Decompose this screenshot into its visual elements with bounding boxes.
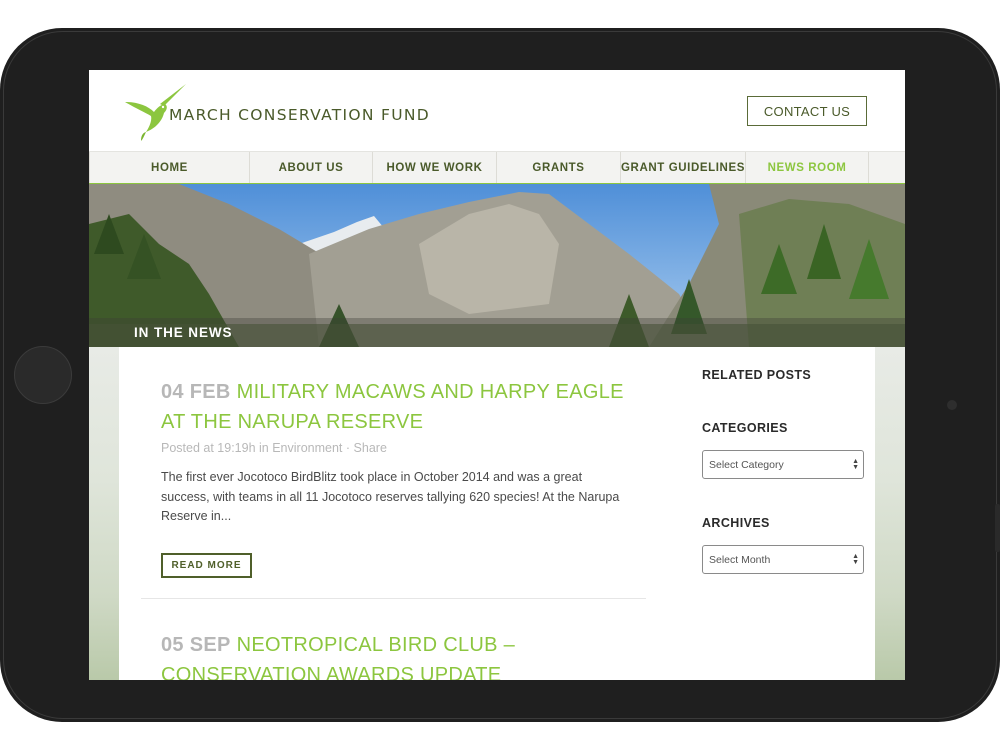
related-posts-heading: RELATED POSTS: [702, 368, 812, 382]
home-button[interactable]: [14, 346, 72, 404]
hero-banner: IN THE NEWS: [89, 184, 905, 347]
post-share-link[interactable]: Share: [354, 441, 387, 455]
category-select[interactable]: Select Category ▲ ▼: [702, 450, 864, 479]
post-item: 05 SEP NEOTROPICAL BIRD CLUB – CONSERVATI…: [161, 630, 641, 680]
post-meta-separator: ·: [345, 441, 351, 455]
site-logo-text[interactable]: MARCH CONSERVATION FUND: [169, 106, 430, 124]
main-nav: HOME ABOUT US HOW WE WORK GRANTS GRANT G…: [89, 151, 905, 185]
post-excerpt: The first ever Jocotoco BirdBlitz took p…: [161, 470, 620, 523]
main-content: 04 FEB MILITARY MACAWS AND HARPY EAGLE AT…: [119, 347, 875, 680]
camera-icon: [947, 400, 957, 410]
post-item: 04 FEB MILITARY MACAWS AND HARPY EAGLE AT…: [161, 377, 641, 578]
select-arrows-icon: ▲ ▼: [852, 458, 859, 471]
post-date: 05 SEP: [161, 634, 231, 656]
screen: MARCH CONSERVATION FUND CONTACT US HOME …: [89, 70, 905, 680]
hero-title: IN THE NEWS: [134, 325, 233, 340]
categories-heading: CATEGORIES: [702, 421, 788, 435]
post-meta: Posted at 19:19h in Environment · Share: [161, 441, 641, 455]
nav-item-home[interactable]: HOME: [89, 152, 250, 183]
site-header: MARCH CONSERVATION FUND CONTACT US: [89, 70, 905, 151]
nav-item-about-us[interactable]: ABOUT US: [250, 152, 373, 183]
side-button[interactable]: [995, 504, 1000, 552]
post-title[interactable]: 05 SEP NEOTROPICAL BIRD CLUB – CONSERVATI…: [161, 630, 641, 680]
archives-heading: ARCHIVES: [702, 516, 770, 530]
post-meta-category-link[interactable]: Environment: [272, 441, 342, 455]
post-date: 04 FEB: [161, 381, 231, 403]
nav-item-how-we-work[interactable]: HOW WE WORK: [373, 152, 497, 183]
post-title[interactable]: 04 FEB MILITARY MACAWS AND HARPY EAGLE AT…: [161, 377, 641, 437]
nav-item-grants[interactable]: GRANTS: [497, 152, 621, 183]
read-more-button[interactable]: READ MORE: [161, 552, 252, 578]
archives-select-value: Select Month: [709, 553, 771, 566]
post-divider: [141, 598, 646, 599]
archives-select[interactable]: Select Month ▲ ▼: [702, 545, 864, 574]
contact-us-button[interactable]: CONTACT US: [747, 96, 867, 126]
post-meta-posted: Posted at 19:19h in: [161, 441, 269, 455]
select-arrows-icon: ▲ ▼: [852, 553, 859, 566]
nav-item-news-room[interactable]: NEWS ROOM: [746, 152, 869, 183]
category-select-value: Select Category: [709, 458, 784, 471]
nav-item-grant-guidelines[interactable]: GRANT GUIDELINES: [621, 152, 746, 183]
